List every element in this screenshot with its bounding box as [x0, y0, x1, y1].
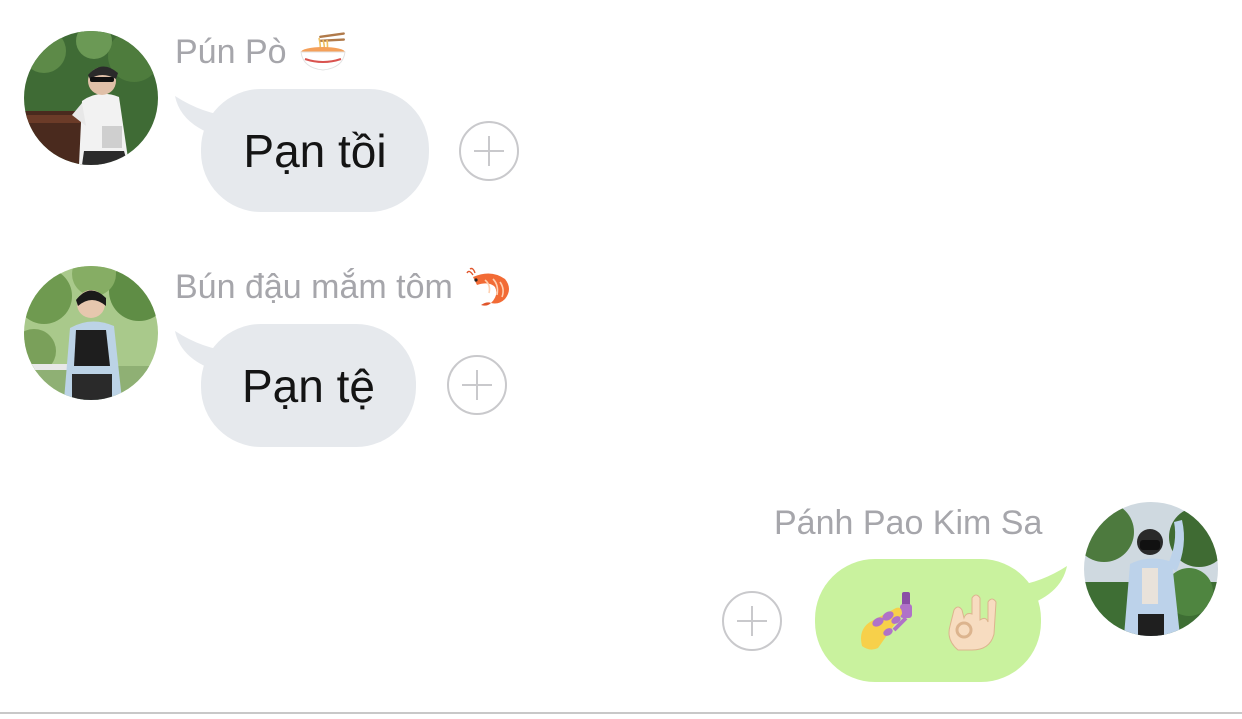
sender-name-text: Pánh Pao Kim Sa	[774, 504, 1043, 542]
sender-name-text: Bún đậu mắm tôm	[175, 268, 453, 306]
ok-hand-icon	[944, 590, 1000, 652]
user-avatar[interactable]	[1084, 502, 1218, 636]
composer-divider	[0, 712, 1242, 714]
sender-name: Pánh Pao Kim Sa	[774, 503, 1042, 543]
message-bubble[interactable]: Pạn tệ	[201, 324, 416, 447]
sender-avatar[interactable]	[24, 266, 158, 400]
add-reaction-button[interactable]	[459, 121, 519, 181]
sender-name: Bún đậu mắm tôm	[175, 267, 513, 307]
chat-thread: Pún Pò Pạn tồi Bún đậu mắm tôm Pạn tệ Pá…	[0, 0, 1242, 712]
message-text: Pạn tệ	[242, 359, 375, 412]
message-bubble[interactable]: Pạn tồi	[201, 89, 429, 212]
nail-polish-icon	[856, 590, 922, 652]
avatar-photo	[1084, 502, 1218, 636]
sender-name: Pún Pò	[175, 32, 347, 72]
noodle-bowl-icon	[299, 32, 347, 72]
message-text: Pạn tồi	[243, 124, 387, 177]
message-emojis	[856, 590, 1000, 652]
shrimp-icon	[465, 267, 513, 307]
avatar-photo	[24, 31, 158, 165]
add-reaction-button[interactable]	[722, 591, 782, 651]
add-reaction-button[interactable]	[447, 355, 507, 415]
sender-name-text: Pún Pò	[175, 33, 287, 71]
message-bubble[interactable]	[815, 559, 1041, 682]
avatar-photo	[24, 266, 158, 400]
sender-avatar[interactable]	[24, 31, 158, 165]
